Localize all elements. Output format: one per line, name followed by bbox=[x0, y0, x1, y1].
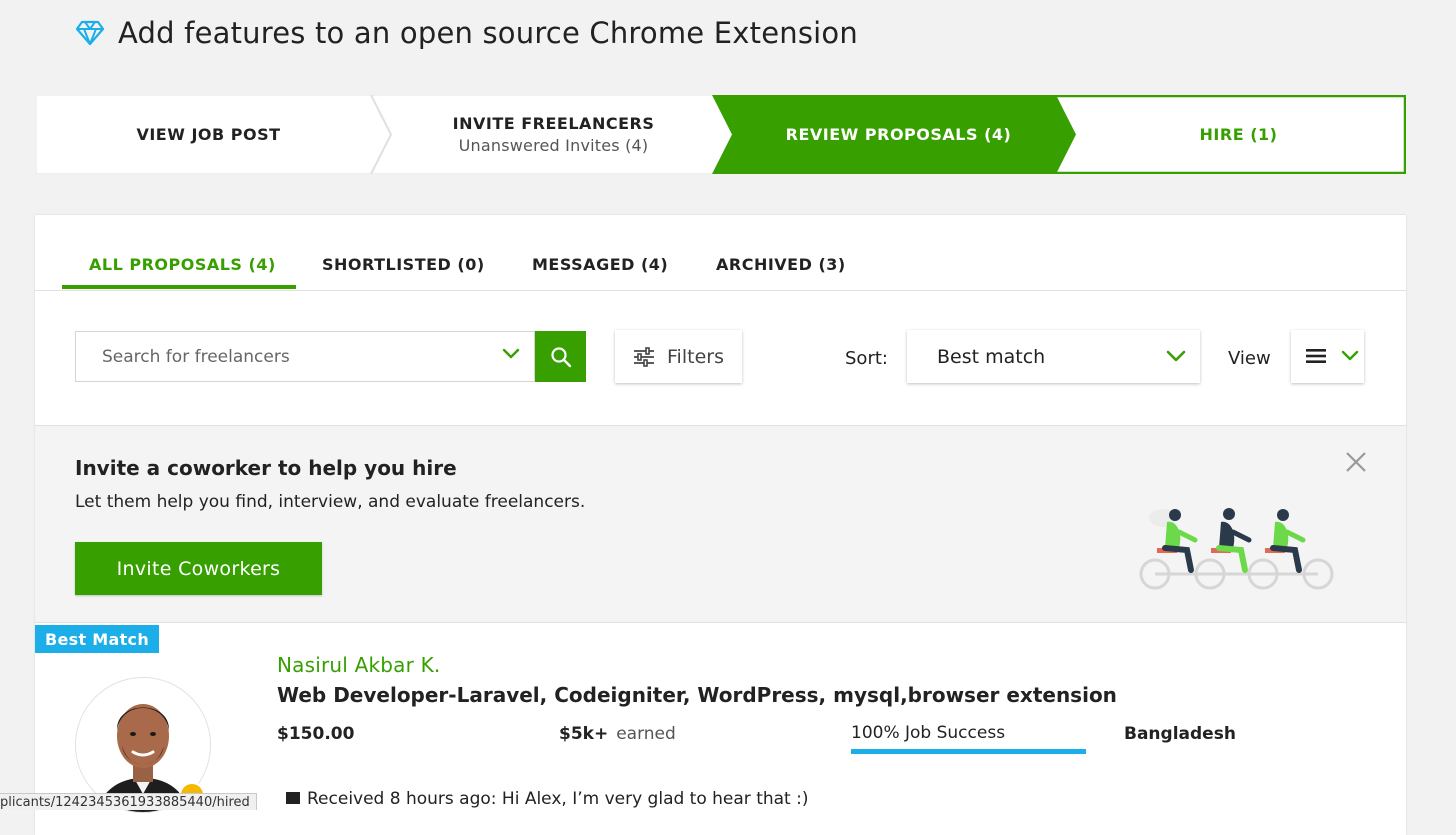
invite-coworker-banner: Invite a coworker to help you hire Let t… bbox=[35, 426, 1406, 623]
tab-shortlisted[interactable]: SHORTLISTED (0) bbox=[322, 255, 485, 274]
best-match-badge: Best Match bbox=[35, 625, 160, 653]
step-label: VIEW JOB POST bbox=[136, 125, 281, 144]
earned-label: earned bbox=[616, 724, 676, 744]
step-view-job-post[interactable]: VIEW JOB POST bbox=[36, 95, 381, 174]
proposal-tabs: ALL PROPOSALS (4) SHORTLISTED (0) MESSAG… bbox=[35, 215, 1406, 291]
status-bar-url: plicants/1242345361933885440/hired bbox=[0, 793, 257, 810]
freelancer-earnings: $5k+ earned bbox=[559, 724, 676, 744]
active-tab-indicator bbox=[62, 285, 296, 289]
step-review-proposals[interactable]: REVIEW PROPOSALS (4) bbox=[726, 95, 1071, 174]
step-label: HIRE (1) bbox=[1199, 125, 1278, 144]
sort-value: Best match bbox=[937, 346, 1046, 368]
message-icon bbox=[286, 792, 300, 804]
proposal-message-preview[interactable]: Received 8 hours ago: Hi Alex, I’m very … bbox=[285, 789, 808, 809]
hiring-stepper: VIEW JOB POST INVITE FREELANCERS Unanswe… bbox=[36, 95, 1406, 174]
step-sublabel: Unanswered Invites (4) bbox=[458, 136, 649, 155]
filters-button[interactable]: Filters bbox=[615, 330, 742, 383]
freelancer-title: Web Developer-Laravel, Codeigniter, Word… bbox=[277, 683, 1117, 707]
list-view-icon bbox=[1306, 349, 1326, 363]
freelancer-country: Bangladesh bbox=[1124, 724, 1236, 744]
tab-archived[interactable]: ARCHIVED (3) bbox=[716, 255, 846, 274]
job-success-label: 100% Job Success bbox=[851, 723, 1006, 743]
view-dropdown[interactable] bbox=[1291, 330, 1364, 383]
step-invite-freelancers[interactable]: INVITE FREELANCERS Unanswered Invites (4… bbox=[381, 95, 726, 174]
sliders-icon bbox=[634, 346, 655, 367]
invite-title: Invite a coworker to help you hire bbox=[75, 456, 457, 480]
chevron-down-icon bbox=[1341, 350, 1359, 361]
tab-messaged[interactable]: MESSAGED (4) bbox=[532, 255, 668, 274]
search-input[interactable] bbox=[76, 332, 486, 381]
search-toolbar: Filters Sort: Best match View bbox=[35, 290, 1406, 426]
step-hire[interactable]: HIRE (1) bbox=[1071, 95, 1406, 174]
page-title: Add features to an open source Chrome Ex… bbox=[118, 16, 858, 50]
earned-amount: $5k+ bbox=[559, 724, 609, 744]
sort-dropdown[interactable]: Best match bbox=[907, 330, 1200, 383]
job-success-bar-fill bbox=[851, 749, 1086, 754]
search-icon bbox=[550, 346, 571, 367]
search-button[interactable] bbox=[535, 331, 586, 382]
chevron-down-icon[interactable] bbox=[502, 348, 520, 360]
diamond-icon bbox=[76, 20, 104, 46]
sort-label: Sort: bbox=[845, 348, 888, 369]
filters-label: Filters bbox=[667, 345, 724, 368]
message-text: Received 8 hours ago: Hi Alex, I’m very … bbox=[307, 789, 809, 809]
freelancer-name[interactable]: Nasirul Akbar K. bbox=[277, 653, 440, 677]
page-header: Add features to an open source Chrome Ex… bbox=[76, 16, 858, 50]
view-label: View bbox=[1228, 348, 1271, 369]
close-icon[interactable] bbox=[1345, 451, 1367, 473]
invite-subtitle: Let them help you find, interview, and e… bbox=[75, 492, 586, 512]
job-success-bar bbox=[851, 749, 1086, 754]
freelancer-rate: $150.00 bbox=[277, 724, 355, 744]
invite-coworkers-button[interactable]: Invite Coworkers bbox=[75, 542, 322, 595]
search-box bbox=[75, 331, 535, 382]
tandem-bike-illustration bbox=[1139, 508, 1334, 590]
proposals-panel: ALL PROPOSALS (4) SHORTLISTED (0) MESSAG… bbox=[35, 215, 1406, 835]
chevron-down-icon bbox=[1166, 350, 1186, 362]
step-label: INVITE FREELANCERS bbox=[452, 114, 655, 133]
step-label: REVIEW PROPOSALS (4) bbox=[785, 125, 1012, 144]
tab-all-proposals[interactable]: ALL PROPOSALS (4) bbox=[89, 255, 276, 274]
